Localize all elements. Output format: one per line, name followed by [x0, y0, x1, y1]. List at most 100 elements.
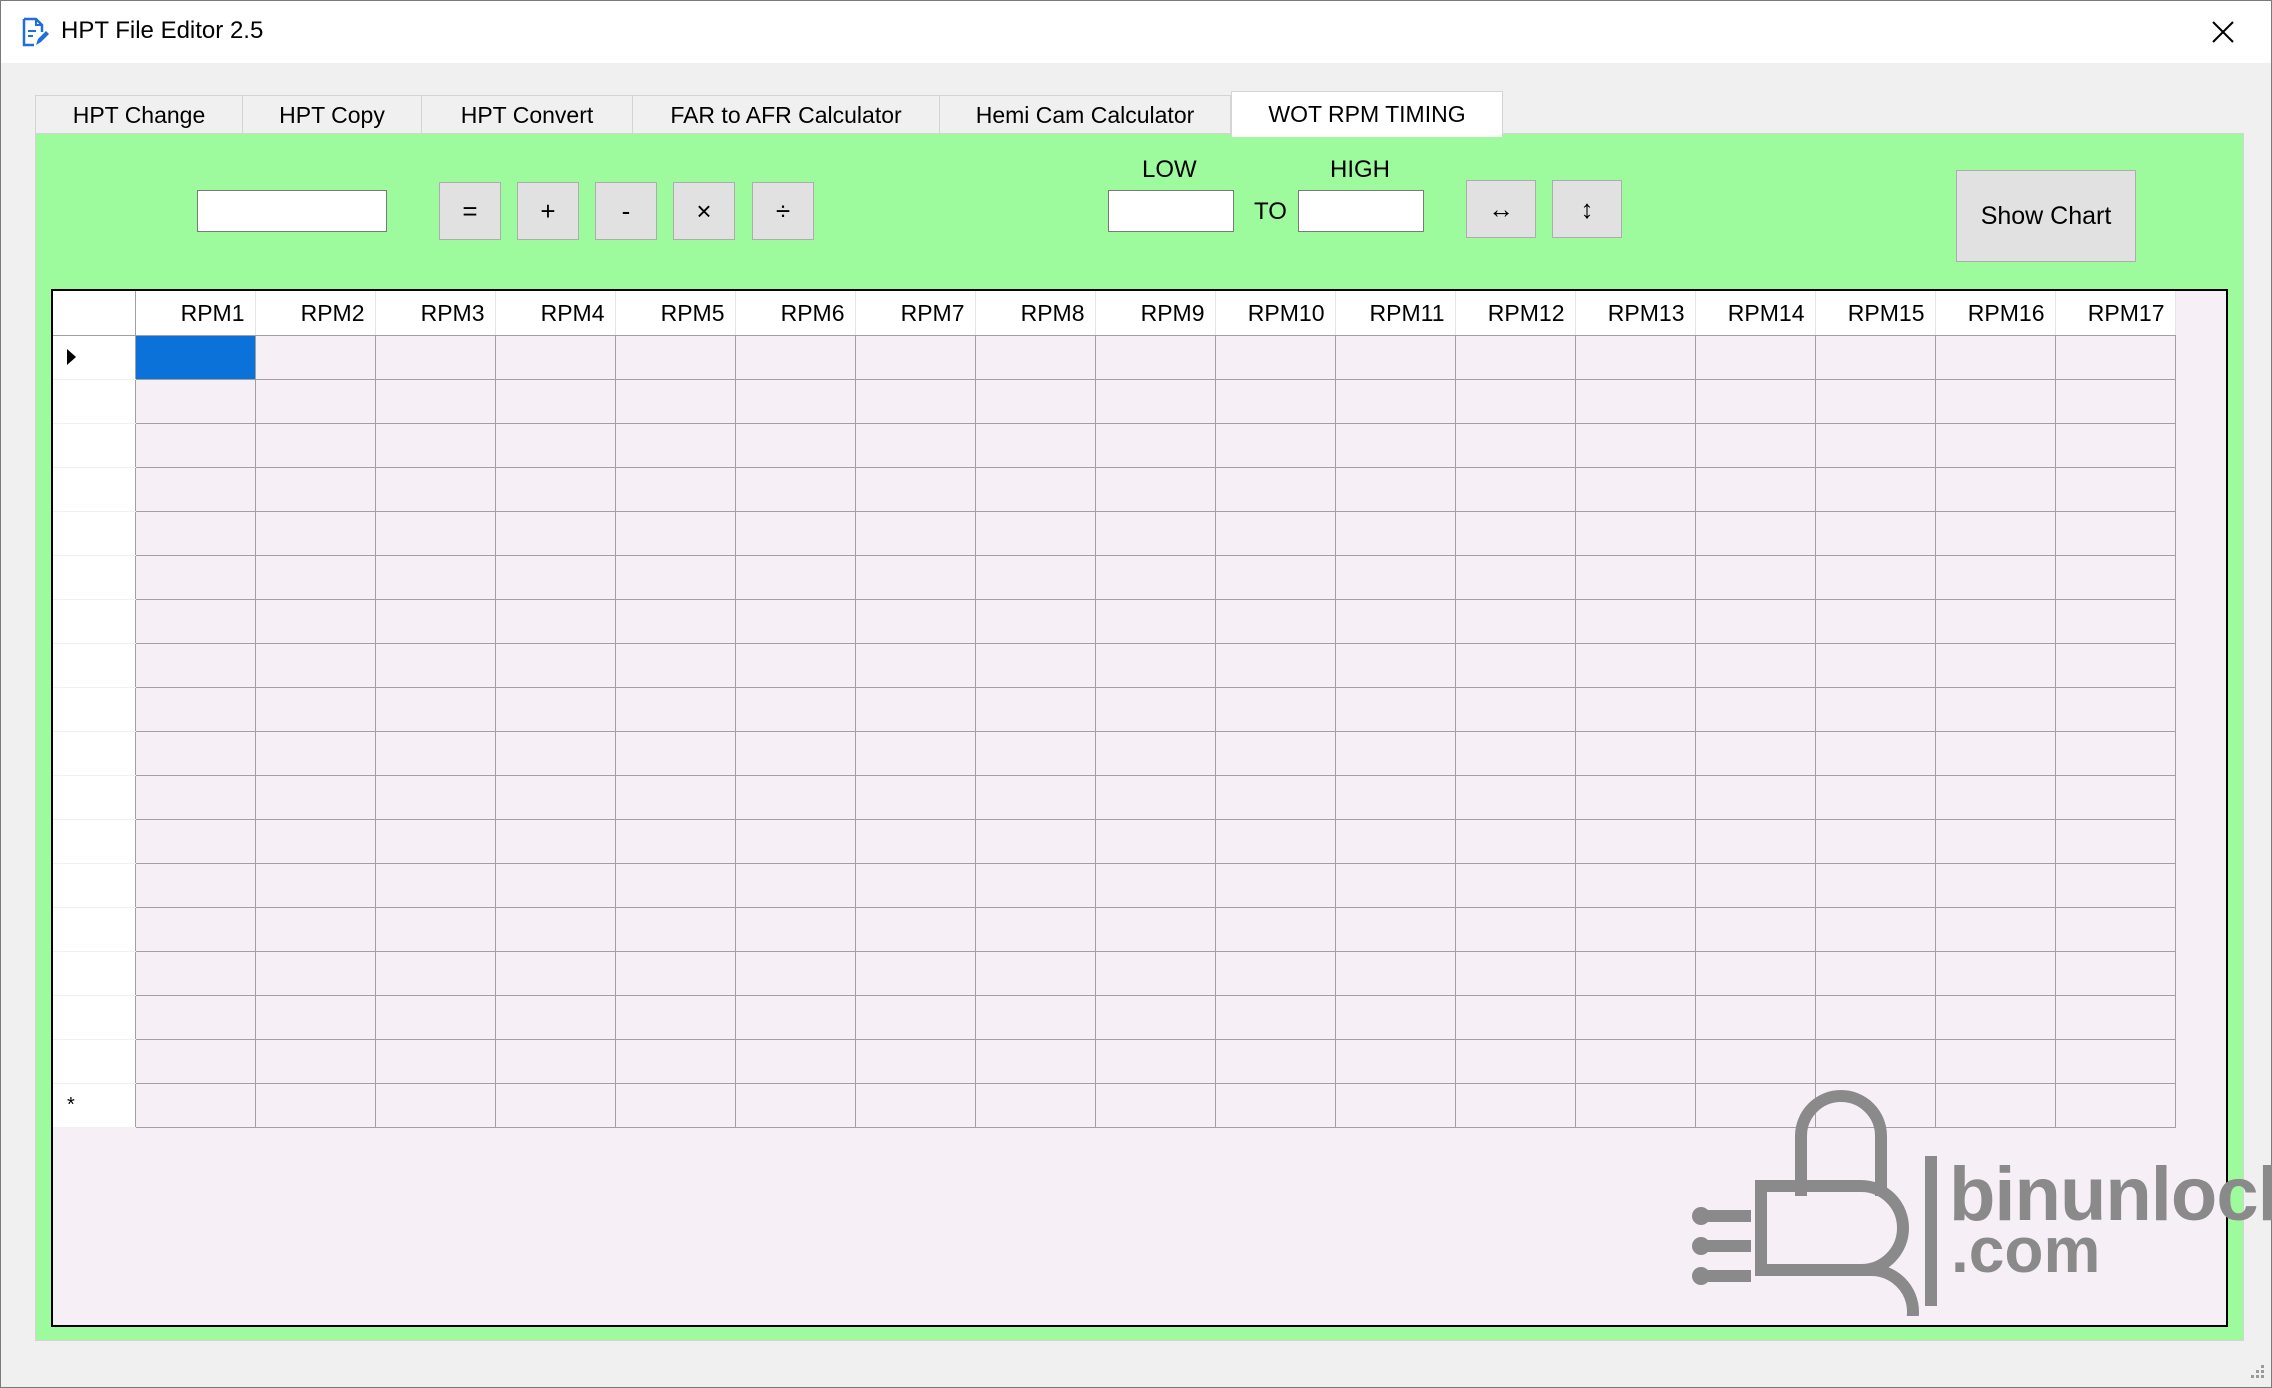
grid-cell[interactable]	[614, 863, 736, 908]
tab-wot-rpm-timing[interactable]: WOT RPM TIMING	[1231, 91, 1503, 137]
grid-cell[interactable]	[614, 995, 736, 1040]
grid-cell[interactable]	[1214, 423, 1336, 468]
grid-cell[interactable]	[254, 643, 376, 688]
grid-cell[interactable]	[974, 907, 1096, 952]
grid-cell[interactable]	[1694, 643, 1816, 688]
row-header[interactable]	[53, 555, 136, 600]
grid-cell[interactable]	[134, 335, 256, 380]
grid-cell[interactable]	[134, 423, 256, 468]
grid-cell[interactable]	[374, 863, 496, 908]
grid-cell[interactable]	[614, 511, 736, 556]
grid-cell[interactable]	[1454, 995, 1576, 1040]
grid-cell[interactable]	[1574, 995, 1696, 1040]
grid-cell[interactable]	[974, 995, 1096, 1040]
grid-cell[interactable]	[854, 423, 976, 468]
grid-cell[interactable]	[1334, 995, 1456, 1040]
grid-cell[interactable]	[1454, 511, 1576, 556]
grid-cell[interactable]	[2054, 423, 2176, 468]
column-header-rpm11[interactable]: RPM11	[1335, 291, 1456, 336]
grid-cell[interactable]	[854, 863, 976, 908]
row-header[interactable]: *	[53, 1083, 136, 1128]
grid-cell[interactable]	[1934, 731, 2056, 776]
add-button[interactable]: +	[517, 182, 579, 240]
grid-cell[interactable]	[134, 687, 256, 732]
grid-cell[interactable]	[374, 599, 496, 644]
column-header-rpm9[interactable]: RPM9	[1095, 291, 1216, 336]
grid-cell[interactable]	[374, 775, 496, 820]
grid-cell[interactable]	[374, 335, 496, 380]
grid-cell[interactable]	[1934, 995, 2056, 1040]
grid-cell[interactable]	[254, 379, 376, 424]
row-header[interactable]	[53, 731, 136, 776]
row-header[interactable]	[53, 511, 136, 556]
grid-cell[interactable]	[1814, 555, 1936, 600]
grid-cell[interactable]	[134, 467, 256, 512]
grid-cell[interactable]	[1694, 1039, 1816, 1084]
grid-cell[interactable]	[734, 423, 856, 468]
grid-cell[interactable]	[1814, 775, 1936, 820]
grid-cell[interactable]	[854, 995, 976, 1040]
grid-cell[interactable]	[1094, 555, 1216, 600]
grid-cell[interactable]	[494, 1039, 616, 1084]
grid-cell[interactable]	[1694, 555, 1816, 600]
grid-cell[interactable]	[1574, 1039, 1696, 1084]
grid-cell[interactable]	[1454, 687, 1576, 732]
grid-cell[interactable]	[254, 863, 376, 908]
grid-cell[interactable]	[374, 423, 496, 468]
grid-cell[interactable]	[374, 467, 496, 512]
column-header-rpm1[interactable]: RPM1	[135, 291, 256, 336]
grid-cell[interactable]	[374, 511, 496, 556]
grid-cell[interactable]	[854, 907, 976, 952]
grid-cell[interactable]	[854, 467, 976, 512]
grid-cell[interactable]	[1574, 1083, 1696, 1128]
grid-cell[interactable]	[494, 775, 616, 820]
row-header[interactable]	[53, 995, 136, 1040]
grid-cell[interactable]	[1334, 335, 1456, 380]
grid-cell[interactable]	[374, 819, 496, 864]
grid-cell[interactable]	[1334, 643, 1456, 688]
grid-cell[interactable]	[1814, 423, 1936, 468]
grid-cell[interactable]	[1334, 775, 1456, 820]
grid-cell[interactable]	[374, 555, 496, 600]
grid-cell[interactable]	[2054, 687, 2176, 732]
grid-cell[interactable]	[1574, 379, 1696, 424]
grid-cell[interactable]	[254, 819, 376, 864]
grid-cell[interactable]	[2054, 819, 2176, 864]
grid-cell[interactable]	[614, 599, 736, 644]
grid-cell[interactable]	[974, 1039, 1096, 1084]
grid-cell[interactable]	[1694, 995, 1816, 1040]
grid-cell[interactable]	[1454, 379, 1576, 424]
grid-cell[interactable]	[1214, 995, 1336, 1040]
grid-cell[interactable]	[374, 1039, 496, 1084]
tab-hpt-convert[interactable]: HPT Convert	[421, 95, 633, 135]
tab-hpt-copy[interactable]: HPT Copy	[242, 95, 422, 135]
grid-cell[interactable]	[374, 731, 496, 776]
column-header-rpm6[interactable]: RPM6	[735, 291, 856, 336]
grid-cell[interactable]	[1214, 819, 1336, 864]
grid-cell[interactable]	[1094, 379, 1216, 424]
grid-cell[interactable]	[134, 951, 256, 996]
grid-cell[interactable]	[134, 731, 256, 776]
grid-cell[interactable]	[1694, 907, 1816, 952]
grid-cell[interactable]	[254, 775, 376, 820]
grid-cell[interactable]	[1454, 819, 1576, 864]
grid-cell[interactable]	[734, 907, 856, 952]
grid-cell[interactable]	[1934, 643, 2056, 688]
grid-cell[interactable]	[1334, 1039, 1456, 1084]
grid-cell[interactable]	[1454, 335, 1576, 380]
grid-cell[interactable]	[734, 819, 856, 864]
grid-cell[interactable]	[1934, 379, 2056, 424]
grid-cell[interactable]	[1214, 599, 1336, 644]
grid-cell[interactable]	[134, 907, 256, 952]
grid-cell[interactable]	[854, 555, 976, 600]
grid-cell[interactable]	[374, 907, 496, 952]
grid-cell[interactable]	[1454, 467, 1576, 512]
grid-cell[interactable]	[614, 335, 736, 380]
grid-cell[interactable]	[1814, 1039, 1936, 1084]
grid-cell[interactable]	[1934, 907, 2056, 952]
grid-cell[interactable]	[1454, 907, 1576, 952]
grid-cell[interactable]	[854, 599, 976, 644]
grid-cell[interactable]	[1934, 1039, 2056, 1084]
grid-cell[interactable]	[1454, 863, 1576, 908]
grid-cell[interactable]	[1694, 423, 1816, 468]
